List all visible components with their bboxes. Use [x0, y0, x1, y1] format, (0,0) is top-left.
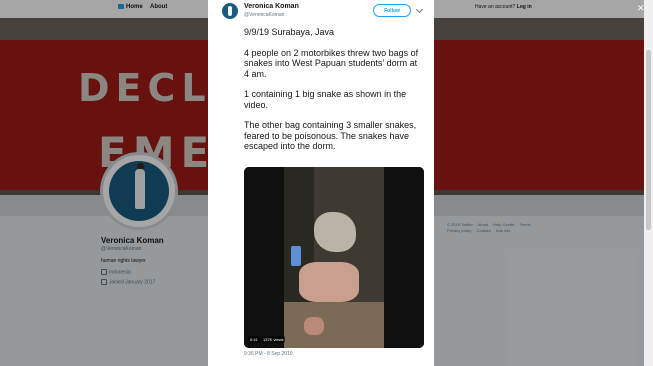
video-letterbox-right — [384, 167, 424, 348]
video-floor — [284, 302, 384, 348]
tweet-paragraph: 9/9/19 Surabaya, Java — [244, 27, 335, 37]
video-views-badge: 137K views — [261, 336, 286, 343]
tweet-timestamp[interactable]: 9:36 PM - 8 Sep 2019 — [244, 351, 293, 357]
video-letterbox-left — [244, 167, 284, 348]
tweet-paragraph: 1 containing 1 big snake as shown in the… — [244, 89, 407, 110]
tweet-author-name[interactable]: Veronica Koman — [244, 3, 299, 10]
tweet-text: 9/9/19 Surabaya, Java 4 people on 2 moto… — [244, 27, 424, 162]
tweet-video[interactable]: 0:41 137K views — [244, 167, 424, 348]
video-arm — [299, 262, 359, 302]
tweet-author-handle[interactable]: @VeronicaKoman — [244, 12, 284, 18]
video-hand — [304, 317, 324, 335]
video-snake-bag — [314, 212, 356, 252]
tweet-paragraph: The other bag containing 3 smaller snake… — [244, 120, 417, 151]
tweet-paragraph: 4 people on 2 motorbikes threw two bags … — [244, 47, 419, 79]
follow-button[interactable]: Follow — [373, 4, 411, 17]
video-duration-badge: 0:41 — [248, 336, 260, 343]
scrollbar-thumb[interactable] — [646, 50, 651, 230]
video-phone — [291, 246, 301, 266]
tweet-avatar[interactable] — [222, 3, 238, 19]
